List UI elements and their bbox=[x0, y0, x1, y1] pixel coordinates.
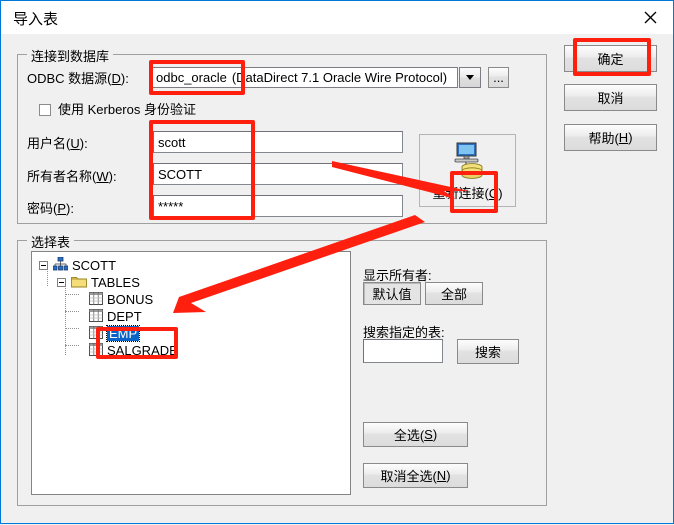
connect-group-title: 连接到数据库 bbox=[27, 46, 114, 65]
tree-node[interactable]: SCOTT bbox=[39, 256, 117, 274]
computer-database-icon bbox=[454, 142, 482, 179]
tree-expander-icon[interactable] bbox=[39, 261, 48, 270]
table-icon bbox=[89, 308, 103, 325]
odbc-browse-button[interactable]: ... bbox=[488, 67, 509, 88]
username-label: 用户名(U): bbox=[27, 136, 88, 151]
import-table-dialog: 导入表 连接到数据库 ODBC 数据源(D): odbc_oracle (Dat… bbox=[0, 0, 674, 524]
sitemap-icon bbox=[52, 256, 69, 274]
tree-node[interactable]: EMP bbox=[75, 325, 141, 342]
tree-node-label: SCOTT bbox=[72, 258, 117, 273]
chevron-down-glyph bbox=[466, 75, 474, 80]
tree-node-label: EMP bbox=[105, 325, 141, 342]
tree-node-label: SALGRADE bbox=[107, 343, 178, 358]
tree-node[interactable]: BONUS bbox=[75, 291, 153, 308]
deselect-all-button[interactable]: 取消全选(N) bbox=[363, 463, 468, 488]
tree-node[interactable]: TABLES bbox=[57, 274, 140, 291]
odbc-source-label: ODBC 数据源(D): bbox=[27, 71, 129, 86]
folder-icon bbox=[71, 275, 87, 291]
kerberos-checkbox[interactable] bbox=[39, 104, 51, 116]
odbc-datasource-value[interactable]: odbc_oracle (DataDirect 7.1 Oracle Wire … bbox=[151, 67, 458, 88]
table-icon bbox=[89, 342, 103, 359]
odbc-driver-name: (DataDirect 7.1 Oracle Wire Protocol) bbox=[231, 70, 448, 85]
username-input[interactable]: scott bbox=[153, 131, 403, 153]
window-title: 导入表 bbox=[13, 11, 59, 28]
search-button[interactable]: 搜索 bbox=[457, 339, 519, 364]
select-group-title: 选择表 bbox=[27, 232, 75, 251]
password-label: 密码(P): bbox=[27, 201, 74, 216]
tables-tree[interactable]: SCOTT TABLES BONUS DEPT EMP SALGRADE bbox=[31, 251, 351, 495]
ok-button[interactable]: 确定 bbox=[564, 45, 657, 72]
close-icon[interactable] bbox=[627, 1, 673, 33]
table-icon bbox=[89, 291, 103, 308]
owner-label: 所有者名称(W): bbox=[27, 169, 117, 184]
select-all-button[interactable]: 全选(S) bbox=[363, 422, 468, 447]
password-input[interactable]: ***** bbox=[153, 195, 403, 217]
table-icon bbox=[89, 325, 103, 342]
tree-node-label: TABLES bbox=[91, 275, 140, 290]
tree-node-label: DEPT bbox=[107, 309, 142, 324]
reconnect-button[interactable]: 重新连接(C) bbox=[419, 134, 516, 207]
chevron-down-icon[interactable] bbox=[459, 67, 481, 88]
title-bar: 导入表 bbox=[1, 1, 673, 34]
odbc-datasource-combo[interactable]: odbc_oracle (DataDirect 7.1 Oracle Wire … bbox=[151, 67, 481, 88]
owner-input[interactable]: SCOTT bbox=[153, 163, 403, 185]
owner-all-button[interactable]: 全部 bbox=[425, 282, 483, 305]
tree-expander-icon[interactable] bbox=[57, 278, 66, 287]
cancel-button[interactable]: 取消 bbox=[564, 84, 657, 111]
odbc-datasource-name: odbc_oracle bbox=[156, 70, 227, 85]
reconnect-button-label: 重新连接(C) bbox=[432, 186, 503, 201]
search-input[interactable] bbox=[363, 339, 443, 363]
kerberos-label: 使用 Kerberos 身份验证 bbox=[58, 102, 196, 117]
tree-node[interactable]: DEPT bbox=[75, 308, 142, 325]
tree-node[interactable]: SALGRADE bbox=[75, 342, 178, 359]
help-button[interactable]: 帮助(H) bbox=[564, 124, 657, 151]
close-glyph bbox=[644, 11, 656, 23]
owner-default-button[interactable]: 默认值 bbox=[363, 282, 421, 305]
tree-node-label: BONUS bbox=[107, 292, 154, 307]
